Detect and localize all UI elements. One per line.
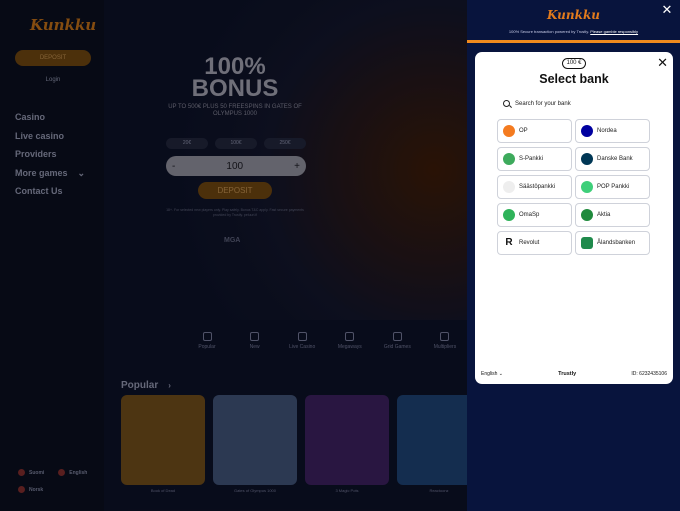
bank-option-danske-bank[interactable]: Danske Bank: [575, 147, 650, 171]
bank-option-revolut[interactable]: R Revolut: [497, 231, 572, 255]
select-bank-modal: ✕ 100 € Select bank Search for your bank…: [475, 52, 673, 384]
aktia-logo-icon: [581, 209, 593, 221]
bank-name: S-Pankki: [519, 156, 544, 162]
transaction-id: ID: 6232435106: [631, 371, 667, 377]
bank-name: Aktia: [597, 212, 611, 218]
modal-close-button[interactable]: ✕: [657, 56, 668, 70]
modal-title: Select bank: [539, 72, 609, 86]
language-select[interactable]: English ⌄: [481, 371, 503, 377]
amount-badge: 100 €: [562, 58, 586, 69]
bank-option-s-pankki[interactable]: S-Pankki: [497, 147, 572, 171]
bank-name: Danske Bank: [597, 156, 633, 162]
panel-brand-logo: Kunkku: [547, 8, 600, 22]
bank-name: Säästöpankki: [519, 184, 556, 190]
bank-option-omasp[interactable]: OmaSp: [497, 203, 572, 227]
bank-option-op[interactable]: OP: [497, 119, 572, 143]
bank-option-saastopankki[interactable]: Säästöpankki: [497, 175, 572, 199]
omasp-logo-icon: [503, 209, 515, 221]
search-icon: [503, 100, 510, 107]
bank-name: OmaSp: [519, 212, 540, 218]
chevron-down-icon: ⌄: [498, 371, 503, 377]
bank-option-alandsbanken[interactable]: Ålandsbanken: [575, 231, 650, 255]
pop-pankki-logo-icon: [581, 181, 593, 193]
modal-footer: English ⌄ Trustly ID: 6232435106: [481, 371, 667, 377]
responsible-gambling-link[interactable]: Please gamble responsibly: [590, 29, 638, 34]
powered-text: 100% Secure transaction powered by Trust…: [508, 29, 590, 34]
alandsbanken-logo-icon: [581, 237, 593, 249]
revolut-logo-icon: R: [505, 237, 513, 248]
bank-search-input[interactable]: Search for your bank: [503, 100, 571, 107]
saastopankki-logo-icon: [503, 181, 515, 193]
bank-name: Revolut: [519, 240, 540, 246]
overlay-dim[interactable]: [0, 0, 467, 511]
danske-bank-logo-icon: [581, 153, 593, 165]
bank-name: Ålandsbanken: [597, 240, 636, 246]
s-pankki-logo-icon: [503, 153, 515, 165]
nordea-logo-icon: [581, 125, 593, 137]
search-placeholder: Search for your bank: [515, 100, 571, 107]
powered-by-text: 100% Secure transaction powered by Trust…: [467, 29, 680, 34]
bank-name: OP: [519, 128, 528, 134]
bank-option-nordea[interactable]: Nordea: [575, 119, 650, 143]
language-select-label: English: [481, 371, 498, 377]
bank-option-pop-pankki[interactable]: POP Pankki: [575, 175, 650, 199]
bank-list: OP Nordea S-Pankki Danske Bank Säästöpan…: [497, 119, 650, 255]
op-logo-icon: [503, 125, 515, 137]
bank-option-aktia[interactable]: Aktia: [575, 203, 650, 227]
accent-bar: [467, 40, 680, 43]
bank-name: Nordea: [597, 128, 617, 134]
trustly-logo: Trustly: [558, 371, 577, 377]
bank-name: POP Pankki: [597, 184, 630, 190]
